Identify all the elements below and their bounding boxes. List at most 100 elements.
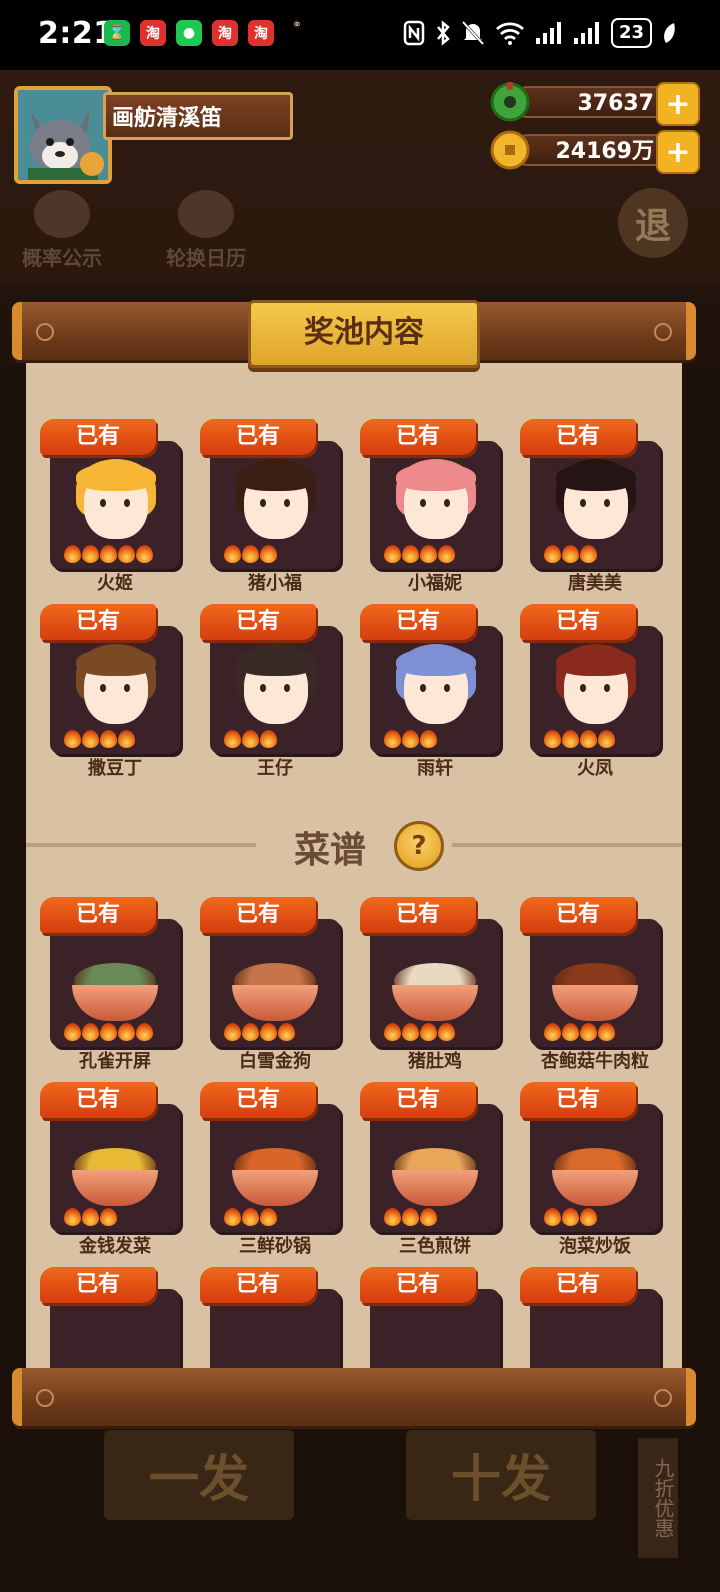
wolf-avatar-icon <box>18 90 108 180</box>
single-pull-button[interactable]: 一发 <box>104 1430 294 1520</box>
notification-icons: ⌛ 淘 ● 淘 淘 <box>104 20 274 46</box>
rarity-flames <box>224 545 277 563</box>
character-name: 火凤 <box>577 758 613 779</box>
flame-icon <box>100 545 117 563</box>
flame-icon <box>242 545 259 563</box>
recipe-card[interactable]: 已有 孔雀开屏 <box>40 897 198 1082</box>
add-gold-button[interactable]: + <box>656 130 700 174</box>
owned-badge: 已有 <box>200 604 316 640</box>
exit-button[interactable]: 退 <box>618 188 688 258</box>
calendar-button[interactable]: 轮换日历 <box>166 190 246 271</box>
character-fringe <box>396 648 476 676</box>
recipe-grid: 已有 孔雀开屏 已有 白雪金狗 已有 猪肚鸡 已有 杏鲍菇牛肉粒 已有 金钱发菜 已有 三鲜砂锅 已有三… <box>40 897 680 1369</box>
character-eye <box>444 684 450 692</box>
dish-bowl <box>392 985 478 1021</box>
character-portrait <box>210 626 340 754</box>
recipe-card[interactable]: 已有 三鲜砂锅 <box>200 1082 358 1267</box>
leaf-icon <box>664 23 675 43</box>
character-eye <box>604 499 610 507</box>
recipe-card[interactable]: 已有 金钱发菜 <box>40 1082 198 1267</box>
character-fringe <box>236 648 316 676</box>
flame-icon <box>64 1023 81 1041</box>
character-fringe <box>556 463 636 491</box>
flame-icon <box>438 545 455 563</box>
character-card[interactable]: 已有 猪小福 <box>200 419 358 604</box>
character-eye <box>284 684 290 692</box>
character-card[interactable]: 已有雨轩 <box>360 604 518 789</box>
character-eye <box>420 499 426 507</box>
owned-badge: 已有 <box>200 1267 316 1303</box>
character-card[interactable]: 已有 小福妮 <box>360 419 518 604</box>
owned-badge: 已有 <box>360 1082 476 1118</box>
dish-bowl <box>72 1170 158 1206</box>
recipe-card[interactable]: 已有白雪金狗 <box>200 897 358 1082</box>
recipe-card[interactable]: 已有 <box>200 1267 358 1369</box>
recipe-card[interactable]: 已有 <box>40 1267 198 1369</box>
jade-coin-icon <box>490 82 530 122</box>
flame-icon <box>420 545 437 563</box>
owned-badge: 已有 <box>360 1267 476 1303</box>
flame-icon <box>64 545 81 563</box>
character-card[interactable]: 已有 唐美美 <box>520 419 678 604</box>
recipe-card[interactable]: 已有 杏鲍菇牛肉粒 <box>520 897 678 1082</box>
recipe-card[interactable]: 已有 <box>520 1267 678 1369</box>
flame-icon <box>562 1208 579 1226</box>
character-card[interactable]: 已有 王仔 <box>200 604 358 789</box>
flame-icon <box>420 1208 437 1226</box>
prize-pool-panel: 已有 火姬 已有 猪小福 已有 小福妮 已有 唐美美 已有 撒豆丁 已有 王仔 已有 雨轩 已有 火凤 菜谱 … <box>26 357 682 1369</box>
recipe-name: 三鲜砂锅 <box>239 1236 311 1257</box>
rarity-flames <box>64 730 135 748</box>
character-eye <box>444 499 450 507</box>
rarity-flames <box>544 1023 615 1041</box>
recipe-portrait <box>530 1104 660 1232</box>
recipe-name: 白雪金狗 <box>239 1051 311 1072</box>
character-fringe <box>236 463 316 491</box>
flame-icon <box>224 1208 241 1226</box>
add-jade-button[interactable]: + <box>656 82 700 126</box>
recipe-card[interactable]: 已有 猪肚鸡 <box>360 897 518 1082</box>
character-card[interactable]: 已有火凤 <box>520 604 678 789</box>
panel-title: 奖池内容 <box>248 300 480 368</box>
rarity-flames <box>384 1023 455 1041</box>
wechat-app-icon: ● <box>176 20 202 46</box>
flame-icon <box>544 1208 561 1226</box>
character-grid: 已有 火姬 已有 猪小福 已有 小福妮 已有 唐美美 已有 撒豆丁 已有 王仔 已有 雨轩 已有 火凤 <box>40 419 680 789</box>
status-bar: 2:21 ⌛ 淘 ● 淘 淘 23 <box>0 0 720 70</box>
character-eye <box>260 499 266 507</box>
calendar-label: 轮换日历 <box>166 246 246 270</box>
battery-indicator: 23 <box>610 18 652 48</box>
character-fringe <box>76 648 156 676</box>
recipe-card[interactable]: 已有 泡菜炒饭 <box>520 1082 678 1267</box>
character-card[interactable]: 已有 火姬 <box>40 419 198 604</box>
flame-icon <box>562 730 579 748</box>
owned-badge: 已有 <box>520 1267 636 1303</box>
probability-button[interactable]: 概率公示 <box>22 190 102 271</box>
flame-icon <box>402 545 419 563</box>
gold-currency: 24169万 + <box>490 130 700 174</box>
character-card[interactable]: 已有 撒豆丁 <box>40 604 198 789</box>
flame-icon <box>82 545 99 563</box>
flame-icon <box>278 1023 295 1041</box>
owned-badge: 已有 <box>200 897 316 933</box>
rarity-flames <box>224 730 277 748</box>
percent-icon <box>34 190 90 238</box>
character-eye <box>124 684 130 692</box>
recipe-portrait <box>50 919 180 1047</box>
recipe-card[interactable]: 已有 <box>360 1267 518 1369</box>
taobao-app-icon: 淘 <box>212 20 238 46</box>
owned-badge: 已有 <box>520 604 636 640</box>
owned-badge: 已有 <box>360 604 476 640</box>
owned-badge: 已有 <box>360 897 476 933</box>
recipe-card[interactable]: 已有 三色煎饼 <box>360 1082 518 1267</box>
character-name: 雨轩 <box>417 758 453 779</box>
player-avatar[interactable] <box>14 86 112 184</box>
ten-pull-button[interactable]: 十发 <box>406 1430 596 1520</box>
recipe-portrait <box>210 1104 340 1232</box>
character-portrait <box>370 626 500 754</box>
flame-icon <box>100 1023 117 1041</box>
help-button[interactable]: ? <box>394 821 444 871</box>
owned-badge: 已有 <box>40 1267 156 1303</box>
flame-icon <box>384 1208 401 1226</box>
flame-icon <box>224 730 241 748</box>
rarity-flames <box>224 1208 277 1226</box>
